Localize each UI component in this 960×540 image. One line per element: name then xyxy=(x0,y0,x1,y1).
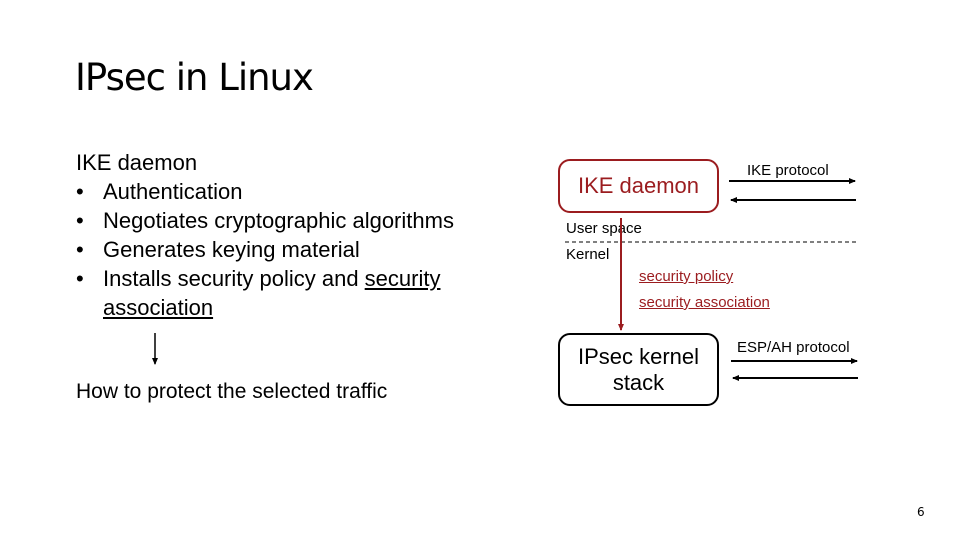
diagram-lines xyxy=(152,178,858,381)
